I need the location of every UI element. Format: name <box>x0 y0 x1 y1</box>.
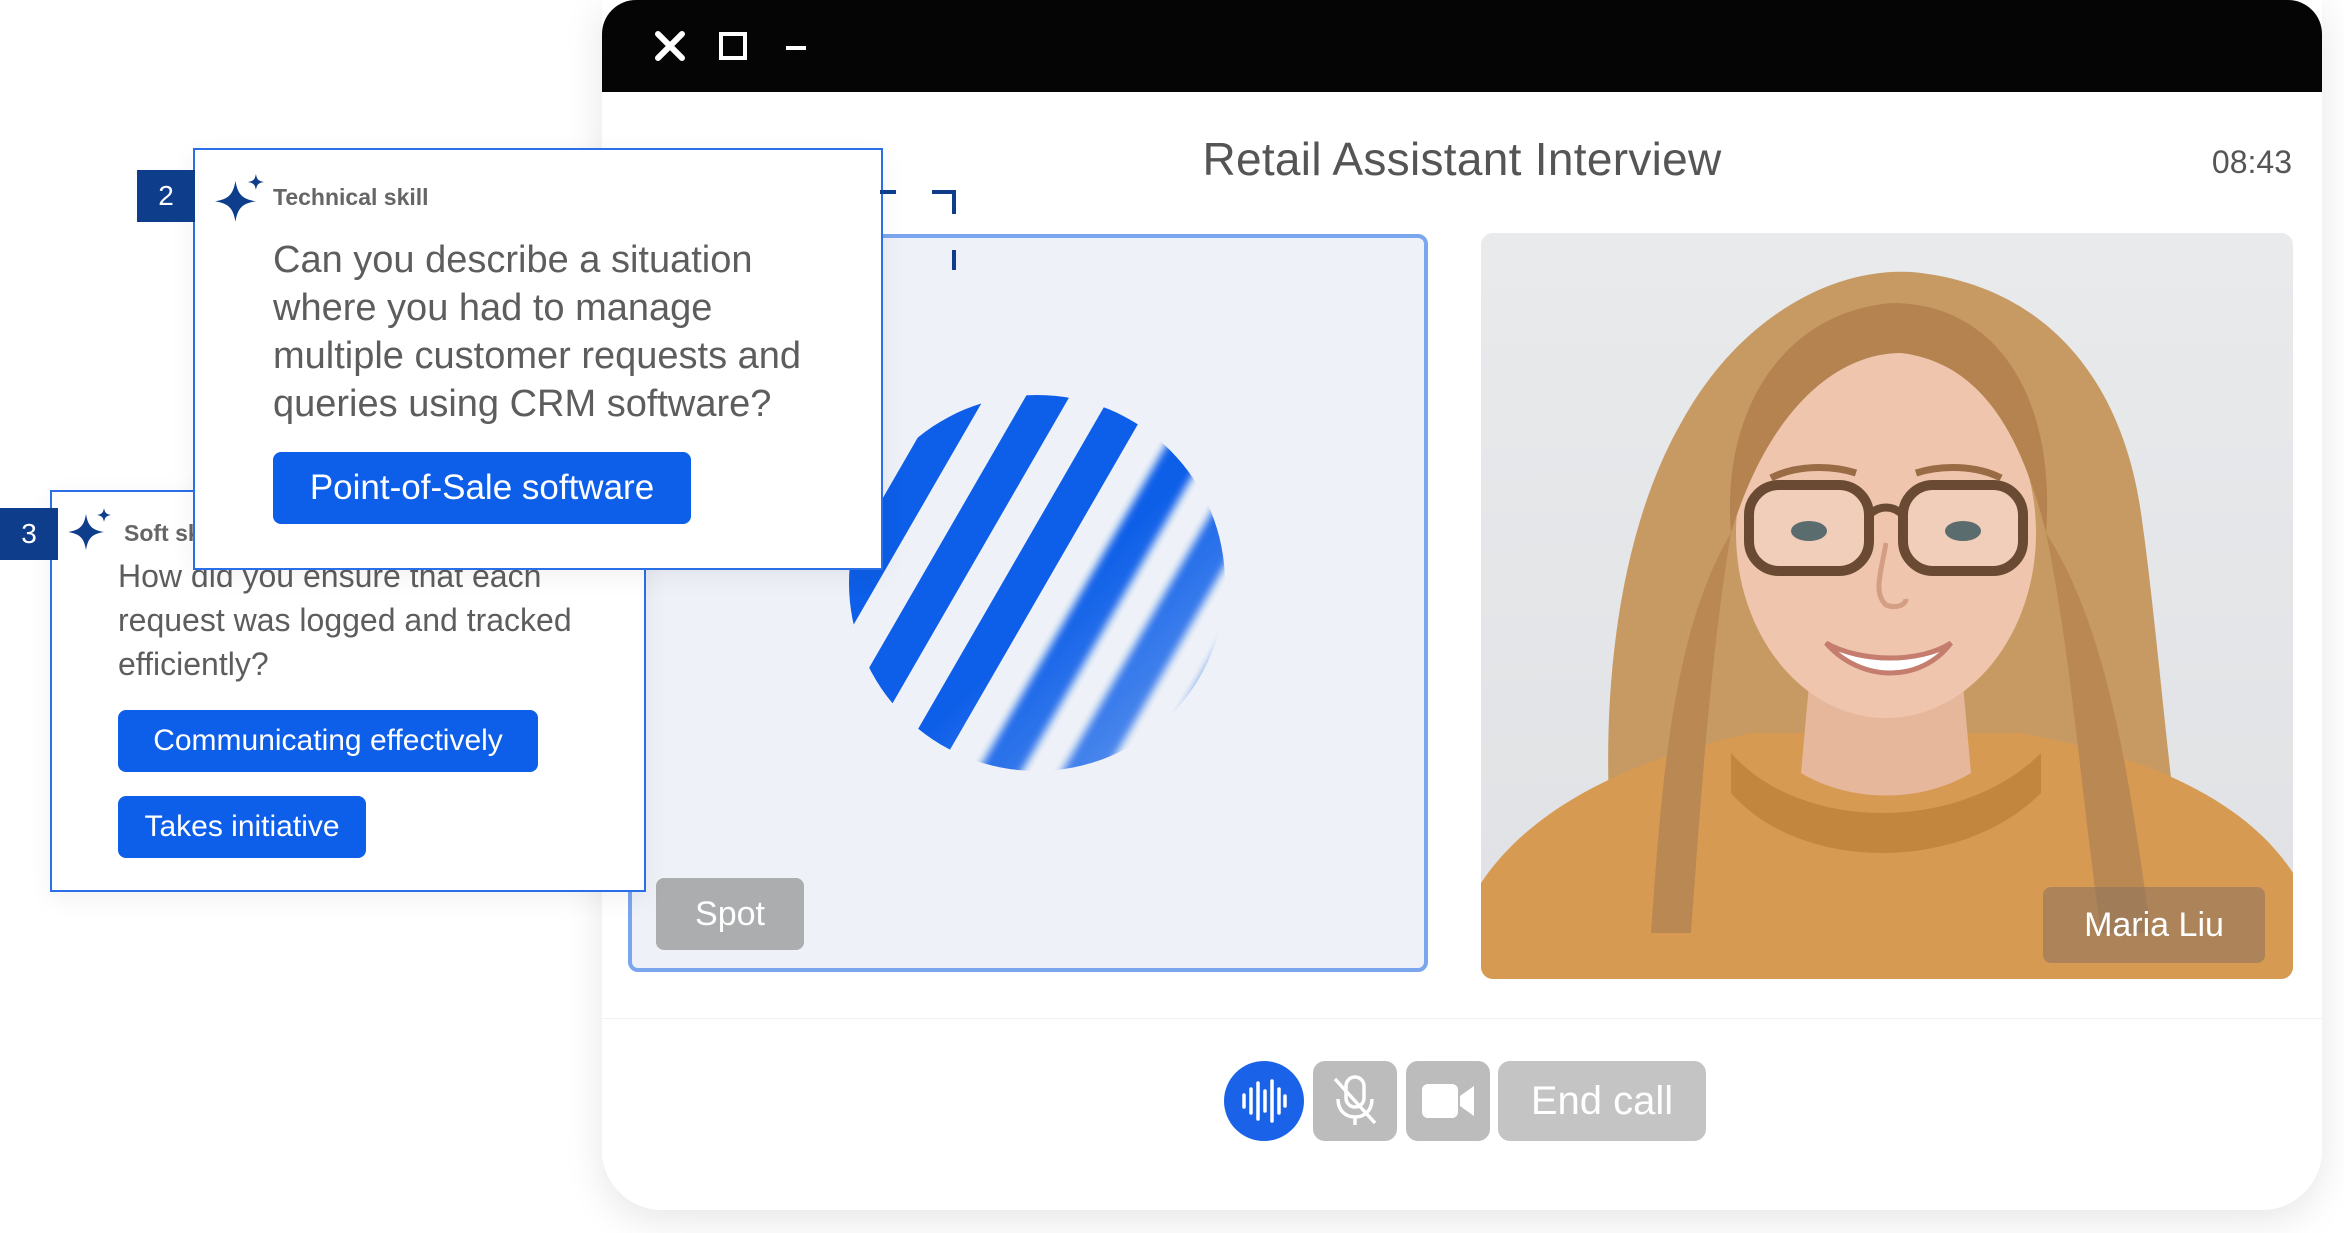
call-timer: 08:43 <box>2211 144 2292 180</box>
question-number: 2 <box>137 170 195 222</box>
mic-off-icon[interactable] <box>1313 1061 1397 1141</box>
close-icon[interactable] <box>652 28 688 64</box>
skill-tag: Technical skill <box>273 184 429 210</box>
call-controls: End call <box>602 1018 2322 1210</box>
candidate-video-tile: Maria Liu <box>1481 233 2293 979</box>
focus-bracket <box>952 190 956 214</box>
audio-wave-icon[interactable] <box>1224 1061 1304 1141</box>
question-card-2: 2 Technical skill Can you describe a sit… <box>137 148 883 570</box>
video-camera-icon[interactable] <box>1406 1061 1490 1141</box>
question-text: How did you ensure that each request was… <box>118 558 572 682</box>
focus-bracket <box>880 190 896 194</box>
skill-chip-initiative[interactable]: Takes initiative <box>118 796 366 858</box>
maximize-icon[interactable] <box>715 28 751 64</box>
question-number: 3 <box>0 508 58 560</box>
ai-orb-icon <box>849 395 1225 771</box>
candidate-portrait <box>1481 271 2293 979</box>
ai-name-label: Spot <box>656 878 804 950</box>
end-call-button[interactable]: End call <box>1498 1061 1706 1141</box>
skill-chip-pos-software[interactable]: Point-of-Sale software <box>273 452 691 524</box>
focus-bracket <box>952 250 956 270</box>
question-text: Can you describe a situation where you h… <box>273 239 802 425</box>
skill-chip-communicating[interactable]: Communicating effectively <box>118 710 538 772</box>
title-bar <box>602 0 2322 92</box>
candidate-name-label: Maria Liu <box>2043 887 2265 963</box>
sparkle-icon <box>68 508 111 550</box>
minimize-icon[interactable] <box>778 28 814 64</box>
sparkle-icon <box>215 174 264 222</box>
